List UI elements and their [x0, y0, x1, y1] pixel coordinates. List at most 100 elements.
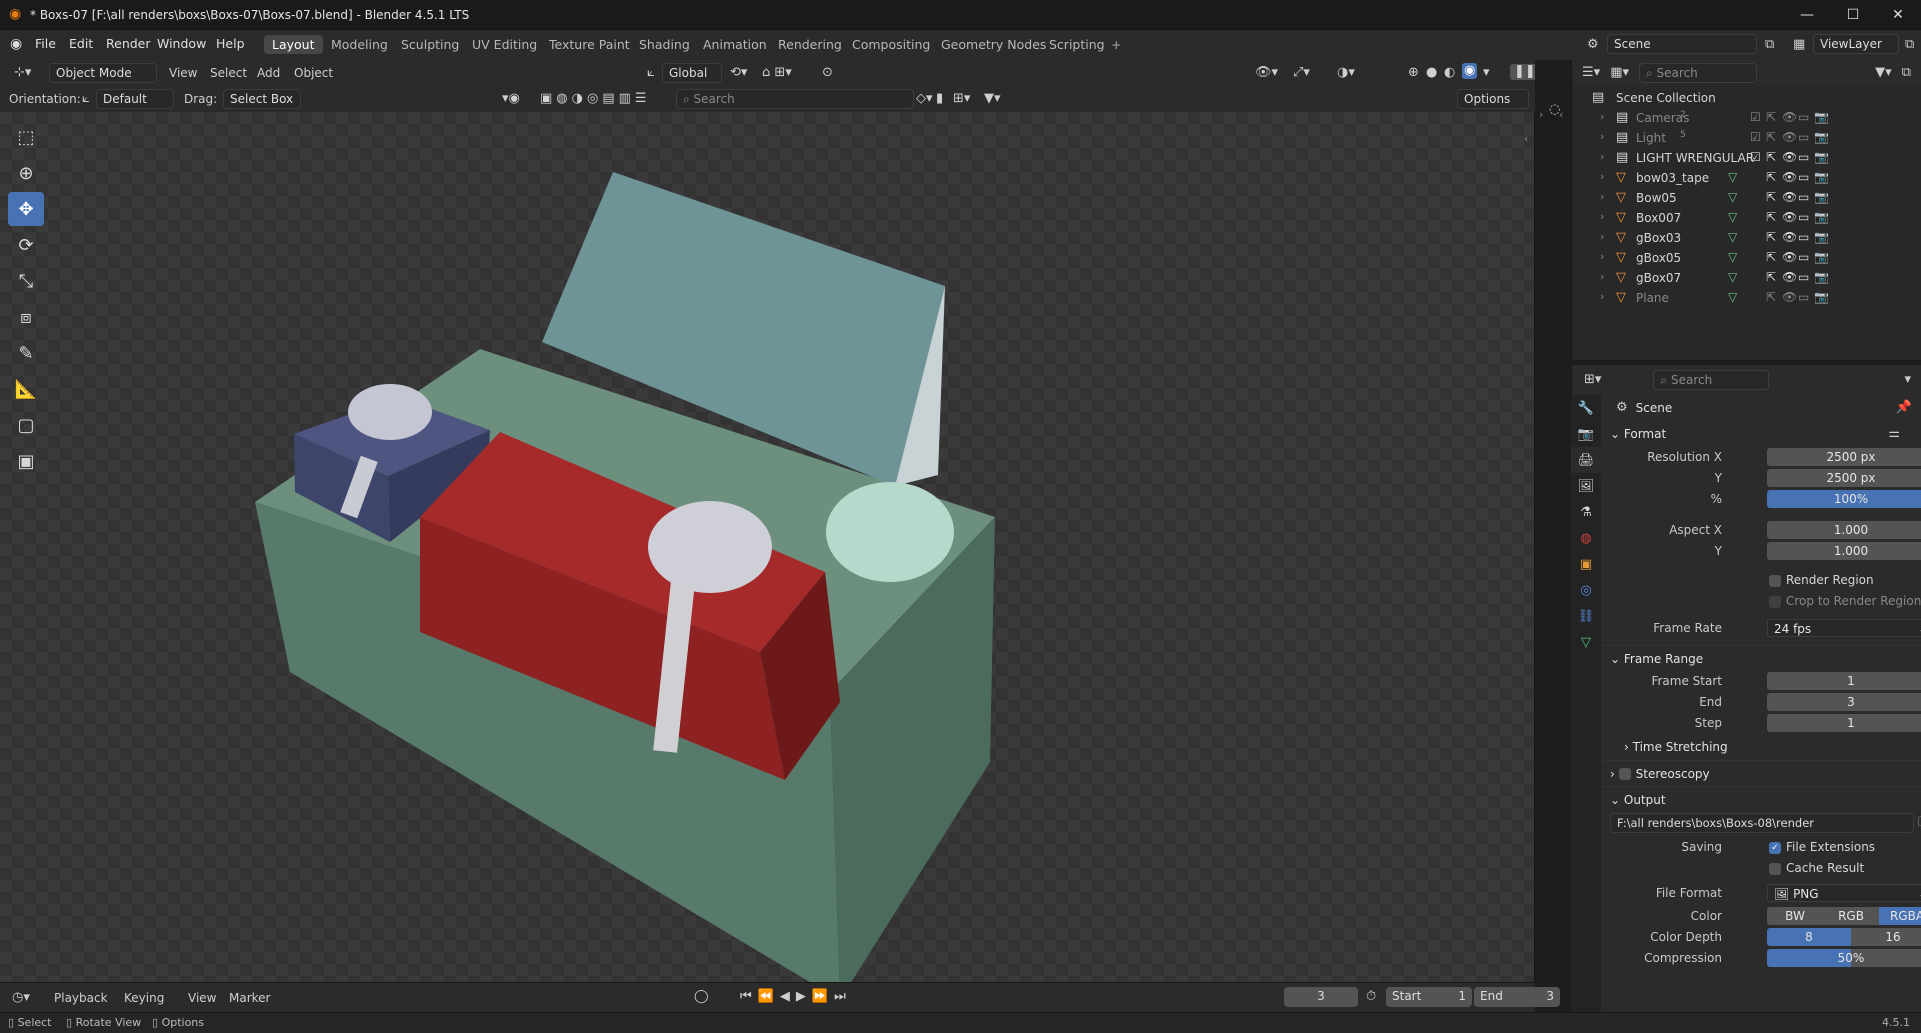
add-menu[interactable]: Add: [257, 66, 280, 80]
render-region-box[interactable]: [1769, 574, 1781, 587]
render-disable-icon[interactable]: 📷: [1814, 170, 1829, 184]
selectable-icon[interactable]: ⇱: [1766, 210, 1776, 224]
orientation-dropdown[interactable]: Default: [96, 89, 174, 109]
new-viewlayer-icon[interactable]: ⧉: [1905, 37, 1914, 53]
exclude-checkbox[interactable]: ☑: [1750, 130, 1761, 144]
expand-arrow-icon[interactable]: ›: [1600, 110, 1604, 123]
close-button[interactable]: ✕: [1875, 0, 1921, 30]
3d-viewport[interactable]: ⬚ ⊕ ✥ ⟳ ⤡ ⧈ ✎ 📐 ▢ ▣ ‹: [0, 112, 1535, 982]
color-bw-button[interactable]: BW: [1767, 907, 1823, 925]
gizmo-icon[interactable]: ⤢▾: [1293, 65, 1310, 81]
wireframe-shading-icon[interactable]: ⊕: [1408, 65, 1419, 81]
expand-arrow-icon[interactable]: ›: [1600, 150, 1604, 163]
solid-shading-icon[interactable]: ●: [1426, 65, 1437, 81]
cache-result-check[interactable]: [1769, 862, 1781, 875]
render-disable-icon[interactable]: 📷: [1814, 130, 1829, 144]
outliner-type-icon[interactable]: ☰▾: [1582, 65, 1600, 81]
filter-dropdown-icon[interactable]: ◇▾: [916, 91, 933, 107]
selectable-icon[interactable]: ⇱: [1766, 250, 1776, 264]
render-disable-icon[interactable]: 📷: [1814, 190, 1829, 204]
file-extensions-checkbox[interactable]: ✓ File Extensions: [1769, 840, 1875, 854]
outliner-row[interactable]: › ▽ bow03_tape ▽ ⇱ 👁 ▭ 📷: [1572, 168, 1921, 188]
frame-range-panel-header[interactable]: ⌄ Frame Range: [1602, 645, 1921, 671]
menu-help[interactable]: Help: [216, 36, 245, 51]
eye-icon[interactable]: 👁: [1782, 150, 1797, 164]
playback-controls[interactable]: ⏮⏪◀▶⏩⏭: [740, 989, 852, 1005]
outliner-row[interactable]: › ▽ Plane ▽ ⇱ 👁 ▭ 📷: [1572, 288, 1921, 308]
search-input[interactable]: ⌕ Search: [676, 89, 914, 109]
physics-tab-icon[interactable]: ◎: [1571, 577, 1601, 603]
frame-rate-dropdown[interactable]: 24 fps⌄: [1767, 619, 1921, 637]
view-layer-tab-icon[interactable]: 🖼: [1571, 473, 1601, 499]
stereoscopy-checkbox[interactable]: [1618, 767, 1631, 780]
eye-icon[interactable]: 👁: [1782, 270, 1797, 284]
visibility-icon[interactable]: 👁▾: [1255, 65, 1278, 81]
collapse-left-icon[interactable]: ›: [1539, 108, 1543, 121]
eye-icon[interactable]: 👁: [1782, 250, 1797, 264]
eye-icon[interactable]: 👁: [1782, 210, 1797, 224]
tab-layout[interactable]: Layout: [264, 35, 323, 54]
tab-modeling[interactable]: Modeling: [331, 37, 388, 52]
add-workspace-icon[interactable]: +: [1111, 37, 1121, 52]
viewport-disable-icon[interactable]: ▭: [1798, 230, 1809, 244]
tab-uv-editing[interactable]: UV Editing: [472, 37, 537, 52]
expand-arrow-icon[interactable]: ›: [1600, 290, 1604, 303]
outliner-row[interactable]: › ▽ gBox03 ▽ ⇱ 👁 ▭ 📷: [1572, 228, 1921, 248]
viewlayer-selector[interactable]: ViewLayer: [1813, 34, 1899, 54]
time-stretching-subpanel[interactable]: › Time Stretching: [1602, 734, 1921, 760]
scale-tool-icon[interactable]: ⤡: [8, 264, 44, 298]
current-frame-field[interactable]: 3: [1284, 987, 1358, 1007]
output-path-field[interactable]: F:\all renders\boxs\Boxs-08\render: [1610, 813, 1914, 833]
timeline-editor-icon[interactable]: ◷▾: [12, 990, 30, 1006]
tool-tab-icon[interactable]: 🔧: [1571, 395, 1601, 421]
outliner-row[interactable]: › ▽ gBox05 ▽ ⇱ 👁 ▭ 📷: [1572, 248, 1921, 268]
expand-arrow-icon[interactable]: ›: [1600, 130, 1604, 143]
cache-result-checkbox[interactable]: Cache Result: [1769, 861, 1864, 875]
selectable-icon[interactable]: ⇱: [1766, 270, 1776, 284]
annotate-tool-icon[interactable]: ✎: [8, 336, 44, 370]
render-disable-icon[interactable]: 📷: [1814, 250, 1829, 264]
exclude-checkbox[interactable]: ☑: [1750, 110, 1761, 124]
auto-key-icon[interactable]: ◯: [694, 989, 709, 1005]
scene-tab-icon[interactable]: ⚗: [1571, 499, 1601, 525]
bookmark-icon[interactable]: ▮: [936, 91, 943, 107]
pin-icon[interactable]: 📌: [1896, 400, 1912, 416]
outliner-row[interactable]: › ▽ gBox07 ▽ ⇱ 👁 ▭ 📷: [1572, 268, 1921, 288]
blender-menu-icon[interactable]: ◉: [10, 36, 22, 52]
viewport-disable-icon[interactable]: ▭: [1798, 150, 1809, 164]
outliner-row[interactable]: › ▽ Bow05 ▽ ⇱ 👁 ▭ 📷: [1572, 188, 1921, 208]
eye-icon[interactable]: 👁: [1782, 230, 1797, 244]
rendered-shading-icon[interactable]: ◉: [1462, 63, 1478, 79]
selectable-icon[interactable]: ⇱: [1766, 110, 1776, 124]
render-region-checkbox[interactable]: Render Region: [1602, 570, 1921, 590]
transform-tool-icon[interactable]: ⧈: [8, 300, 44, 334]
marker-menu[interactable]: Marker: [229, 991, 270, 1005]
viewport-disable-icon[interactable]: ▭: [1798, 130, 1809, 144]
color-rgb-button[interactable]: RGB: [1823, 907, 1879, 925]
outliner-row[interactable]: › ▤ Cameras 2 ☑ ⇱ 👁 ▭ 📷: [1572, 108, 1921, 128]
menu-render[interactable]: Render: [106, 36, 151, 51]
color-rgba-button[interactable]: RGBA: [1879, 907, 1921, 925]
resolution-y-field[interactable]: 2500 px: [1767, 469, 1921, 487]
render-disable-icon[interactable]: 📷: [1814, 210, 1829, 224]
scene-collection-row[interactable]: ▤ Scene Collection: [1572, 88, 1921, 108]
tab-texture-paint[interactable]: Texture Paint: [549, 37, 630, 52]
depth-8-button[interactable]: 8: [1767, 928, 1851, 946]
collapse-right-icon[interactable]: ‹: [1559, 108, 1563, 121]
end-frame-field[interactable]: End 3: [1474, 987, 1560, 1007]
frame-start-field[interactable]: 1: [1767, 672, 1921, 690]
select-tool-icon[interactable]: ⬚: [8, 120, 44, 154]
viewport-disable-icon[interactable]: ▭: [1798, 210, 1809, 224]
viewport-disable-icon[interactable]: ▭: [1798, 170, 1809, 184]
drag-dropdown[interactable]: Select Box: [223, 89, 301, 109]
new-scene-icon[interactable]: ⧉: [1765, 37, 1774, 53]
frame-end-field[interactable]: 3: [1767, 693, 1921, 711]
options-dropdown[interactable]: Options: [1457, 89, 1529, 109]
keying-menu[interactable]: Keying: [124, 991, 164, 1005]
render-disable-icon[interactable]: 📷: [1814, 150, 1829, 164]
crop-checkbox[interactable]: Crop to Render Region: [1602, 591, 1921, 611]
output-tab-icon[interactable]: 🖨: [1571, 447, 1601, 473]
exclude-checkbox[interactable]: ☑: [1750, 150, 1761, 164]
timeline-view-menu[interactable]: View: [188, 991, 216, 1005]
render-disable-icon[interactable]: 📷: [1814, 230, 1829, 244]
